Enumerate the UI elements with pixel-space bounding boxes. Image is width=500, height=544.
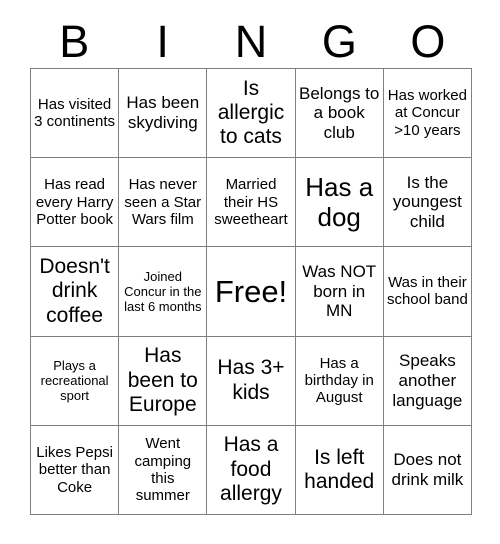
bingo-cell[interactable]: Was NOT born in MN — [295, 247, 384, 337]
bingo-cell-label: Has a food allergy — [220, 433, 282, 506]
bingo-cell[interactable]: Speaks another language — [383, 336, 472, 426]
bingo-cell-label: Has been skydiving — [126, 93, 200, 133]
bingo-cell-label: Was in their school band — [386, 274, 468, 309]
bingo-cell[interactable]: Has been skydiving — [119, 69, 208, 159]
bingo-cell[interactable]: Is allergic to cats — [207, 69, 296, 159]
bingo-cell-label: Doesn't drink coffee — [39, 254, 110, 327]
bingo-cell[interactable]: Has 3+ kids — [207, 336, 296, 426]
bingo-cell-label: Is allergic to cats — [217, 76, 285, 149]
header-letter-g: G — [321, 15, 357, 67]
bingo-cell-label: Free! — [214, 273, 288, 309]
bingo-cell-label: Married their HS sweetheart — [214, 176, 288, 228]
bingo-cell-label: Was NOT born in MN — [302, 261, 377, 321]
bingo-cell-free-space[interactable]: Free! — [207, 247, 296, 337]
bingo-cell[interactable]: Has a birthday in August — [295, 336, 384, 426]
bingo-cell-label: Has been to Europe — [127, 344, 198, 416]
bingo-cell[interactable]: Likes Pepsi better than Coke — [31, 425, 120, 515]
bingo-card: B I N G O Has visited 3 continents Has b… — [0, 0, 500, 544]
bingo-cell[interactable]: Does not drink milk — [383, 425, 472, 515]
bingo-cell-label: Does not drink milk — [391, 450, 464, 489]
bingo-cell-label: Has never seen a Star Wars film — [124, 176, 202, 228]
bingo-cell-label: Likes Pepsi better than Coke — [36, 443, 113, 496]
bingo-cell[interactable]: Has a dog — [295, 158, 384, 248]
bingo-cell[interactable]: Has never seen a Star Wars film — [119, 158, 208, 248]
bingo-cell[interactable]: Joined Concur in the last 6 months — [119, 247, 208, 337]
bingo-cell[interactable]: Went camping this summer — [119, 425, 208, 515]
header-letter-o: O — [410, 15, 446, 67]
bingo-cell[interactable]: Plays a recreational sport — [31, 336, 120, 426]
header-letter-b: B — [59, 15, 90, 67]
bingo-cell[interactable]: Has been to Europe — [119, 336, 208, 426]
bingo-cell[interactable]: Has read every Harry Potter book — [31, 158, 120, 248]
bingo-cell[interactable]: Is the youngest child — [383, 158, 472, 248]
bingo-cell[interactable]: Has worked at Concur >10 years — [383, 69, 472, 159]
bingo-cell[interactable]: Belongs to a book club — [295, 69, 384, 159]
bingo-cell-label: Has worked at Concur >10 years — [387, 87, 467, 139]
header-letter-n: N — [234, 15, 268, 67]
bingo-cell[interactable]: Was in their school band — [383, 247, 472, 337]
bingo-header-row: B I N G O — [30, 14, 472, 68]
bingo-cell-label: Speaks another language — [392, 351, 463, 410]
bingo-cell-label: Has read every Harry Potter book — [35, 176, 114, 228]
bingo-cell[interactable]: Married their HS sweetheart — [207, 158, 296, 248]
bingo-cell-label: Has 3+ kids — [217, 356, 285, 404]
bingo-cell-label: Went camping this summer — [134, 435, 192, 505]
bingo-cell-label: Is the youngest child — [392, 172, 462, 232]
bingo-cell-label: Plays a recreational sport — [40, 358, 109, 404]
bingo-cell[interactable]: Is left handed — [295, 425, 384, 515]
bingo-cell[interactable]: Has visited 3 continents — [31, 69, 120, 159]
header-letter-i: I — [156, 15, 169, 67]
bingo-cell-label: Joined Concur in the last 6 months — [124, 268, 202, 315]
bingo-cell-label: Is left handed — [304, 445, 375, 493]
bingo-cell-label: Belongs to a book club — [299, 83, 380, 142]
bingo-grid: Has visited 3 continents Has been skydiv… — [30, 68, 472, 515]
bingo-cell-label: Has a dog — [305, 172, 374, 233]
bingo-cell-label: Has visited 3 continents — [34, 95, 116, 131]
bingo-cell[interactable]: Doesn't drink coffee — [31, 247, 120, 337]
bingo-cell[interactable]: Has a food allergy — [207, 425, 296, 515]
bingo-cell-label: Has a birthday in August — [304, 354, 374, 407]
